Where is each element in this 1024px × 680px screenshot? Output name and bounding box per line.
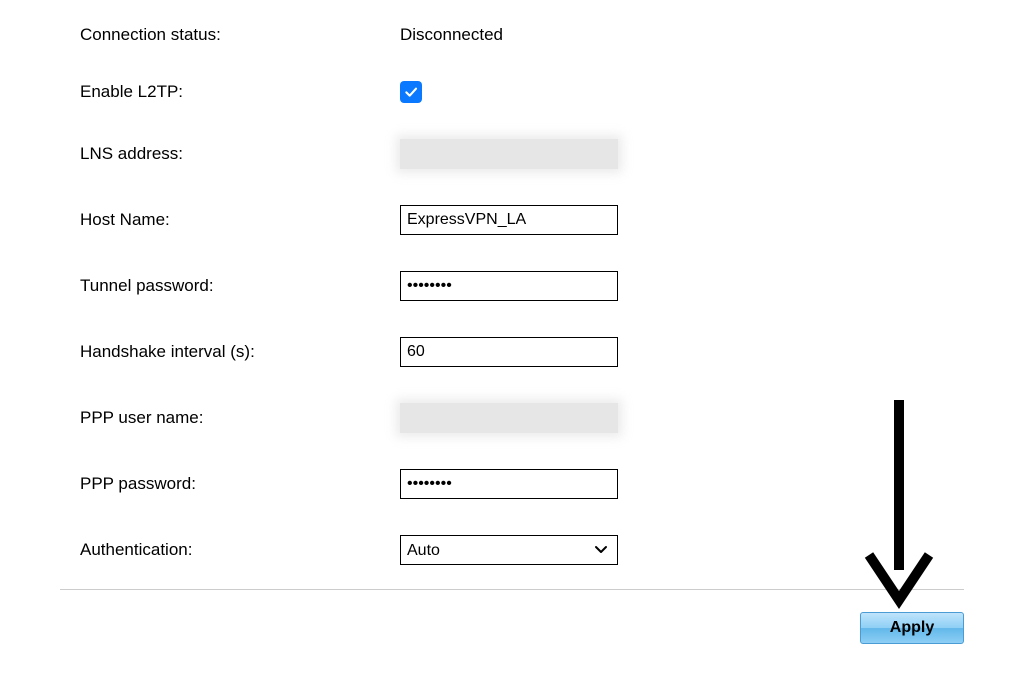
tunnel-password-label: Tunnel password:	[80, 276, 400, 296]
ppp-user-name-row: PPP user name:	[80, 403, 1024, 433]
handshake-interval-row: Handshake interval (s):	[80, 337, 1024, 367]
ppp-user-name-label: PPP user name:	[80, 408, 400, 428]
apply-row: Apply	[0, 590, 1024, 644]
host-name-input[interactable]	[400, 205, 618, 235]
handshake-interval-label: Handshake interval (s):	[80, 342, 400, 362]
enable-l2tp-label: Enable L2TP:	[80, 82, 400, 102]
authentication-select[interactable]: Auto	[400, 535, 618, 565]
check-icon	[403, 84, 419, 100]
handshake-interval-input[interactable]	[400, 337, 618, 367]
tunnel-password-input[interactable]	[400, 271, 618, 301]
lns-address-row: LNS address:	[80, 139, 1024, 169]
lns-address-label: LNS address:	[80, 144, 400, 164]
authentication-select-wrap: Auto	[400, 535, 618, 565]
authentication-label: Authentication:	[80, 540, 400, 560]
connection-status-label: Connection status:	[80, 25, 400, 45]
ppp-password-label: PPP password:	[80, 474, 400, 494]
connection-status-row: Connection status: Disconnected	[80, 25, 1024, 45]
lns-address-input[interactable]	[400, 139, 618, 169]
apply-button[interactable]: Apply	[860, 612, 964, 644]
host-name-row: Host Name:	[80, 205, 1024, 235]
tunnel-password-row: Tunnel password:	[80, 271, 1024, 301]
l2tp-settings-form: Connection status: Disconnected Enable L…	[0, 0, 1024, 565]
ppp-user-name-input[interactable]	[400, 403, 618, 433]
connection-status-value: Disconnected	[400, 25, 503, 45]
host-name-label: Host Name:	[80, 210, 400, 230]
enable-l2tp-checkbox[interactable]	[400, 81, 422, 103]
ppp-password-row: PPP password:	[80, 469, 1024, 499]
authentication-row: Authentication: Auto	[80, 535, 1024, 565]
ppp-password-input[interactable]	[400, 469, 618, 499]
enable-l2tp-row: Enable L2TP:	[80, 81, 1024, 103]
